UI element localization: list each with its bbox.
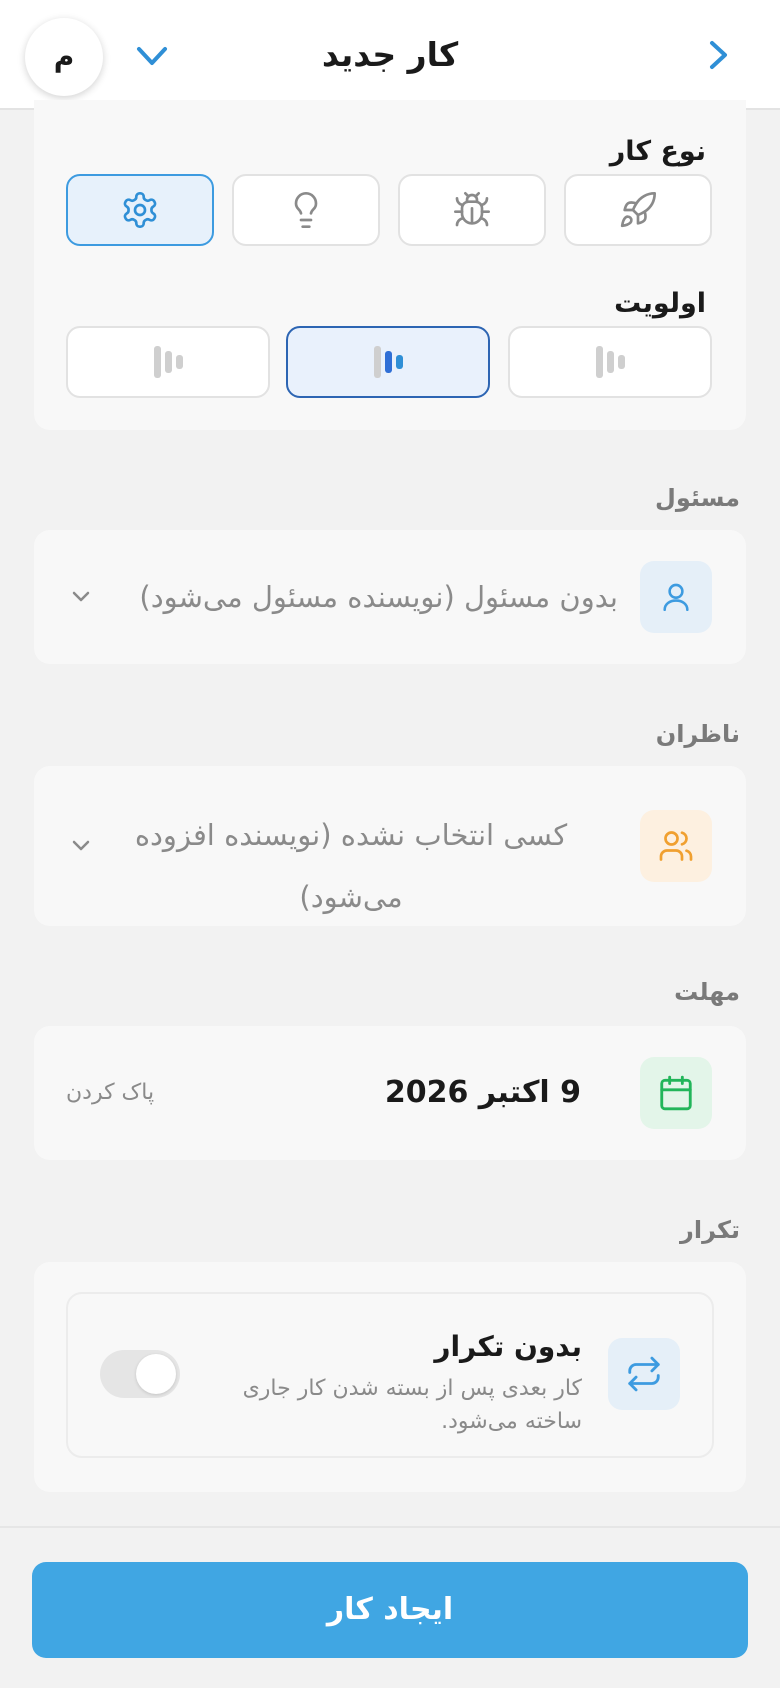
chevron-right-icon (710, 41, 727, 69)
repeat-card: بدون تکرار کار بعدی پس از بسته شدن کار ج… (34, 1262, 746, 1492)
deadline-icon-tile (640, 1057, 712, 1129)
priority-medium-icon (374, 346, 403, 378)
clear-deadline-button[interactable]: پاک کردن (66, 1026, 154, 1160)
task-type-label: نوع کار (609, 136, 706, 167)
chevron-down-icon (137, 47, 167, 65)
watchers-label: ناظران (655, 720, 740, 748)
priority-medium-option[interactable] (286, 326, 490, 398)
priority-high-icon (154, 346, 183, 378)
repeat-option[interactable]: بدون تکرار کار بعدی پس از بسته شدن کار ج… (66, 1292, 714, 1458)
users-icon (659, 831, 693, 861)
gear-icon (123, 192, 157, 229)
task-type-task-option[interactable] (66, 174, 214, 246)
new-task-page: کار جدید م نوع کار اولویت مسئول بدون مسئ… (0, 0, 780, 1688)
rocket-icon (620, 191, 656, 228)
deadline-value: 9 اکتبر 2026 (384, 1075, 581, 1110)
watchers-select[interactable]: کسی انتخاب نشده (نویسنده افزوده می‌شود) (34, 766, 746, 926)
priority-low-icon (596, 346, 625, 378)
avatar[interactable]: م (25, 18, 103, 96)
lightbulb-icon (294, 192, 318, 229)
footer-bar: ایجاد کار (0, 1526, 780, 1688)
repeat-icon-tile (608, 1338, 680, 1410)
watchers-icon-tile (640, 810, 712, 882)
toggle-knob (136, 1354, 176, 1394)
calendar-icon (660, 1075, 692, 1111)
deadline-field[interactable]: 9 اکتبر 2026 پاک کردن (34, 1026, 746, 1160)
app-header: کار جدید م (0, 0, 780, 110)
back-button[interactable] (696, 33, 740, 77)
type-priority-card: نوع کار اولویت (34, 100, 746, 430)
priority-label: اولویت (614, 288, 706, 319)
user-icon (663, 583, 689, 612)
bug-icon (454, 192, 490, 227)
priority-low-option[interactable] (508, 326, 712, 398)
create-task-button[interactable]: ایجاد کار (32, 1562, 748, 1658)
chevron-down-icon (72, 591, 90, 602)
assignee-select[interactable]: بدون مسئول (نویسنده مسئول می‌شود) (34, 530, 746, 664)
account-dropdown-button[interactable] (130, 36, 174, 76)
assignee-icon-tile (640, 561, 712, 633)
repeat-toggle[interactable] (100, 1350, 180, 1398)
repeat-icon (628, 1356, 660, 1392)
repeat-title: بدون تکرار (434, 1330, 582, 1363)
assignee-value: بدون مسئول (نویسنده مسئول می‌شود) (139, 580, 618, 614)
watchers-value: کسی انتخاب نشده (نویسنده افزوده می‌شود) (134, 818, 568, 914)
repeat-description: کار بعدی پس از بسته شدن کار جاری ساخته م… (242, 1376, 582, 1434)
task-type-rocket-option[interactable] (564, 174, 712, 246)
priority-high-option[interactable] (66, 326, 270, 398)
task-type-bug-option[interactable] (398, 174, 546, 246)
page-title: کار جدید (321, 35, 459, 74)
task-type-idea-option[interactable] (232, 174, 380, 246)
assignee-label: مسئول (655, 484, 740, 512)
deadline-label: مهلت (674, 978, 740, 1006)
chevron-down-icon (72, 840, 90, 851)
repeat-label: تکرار (680, 1216, 740, 1244)
